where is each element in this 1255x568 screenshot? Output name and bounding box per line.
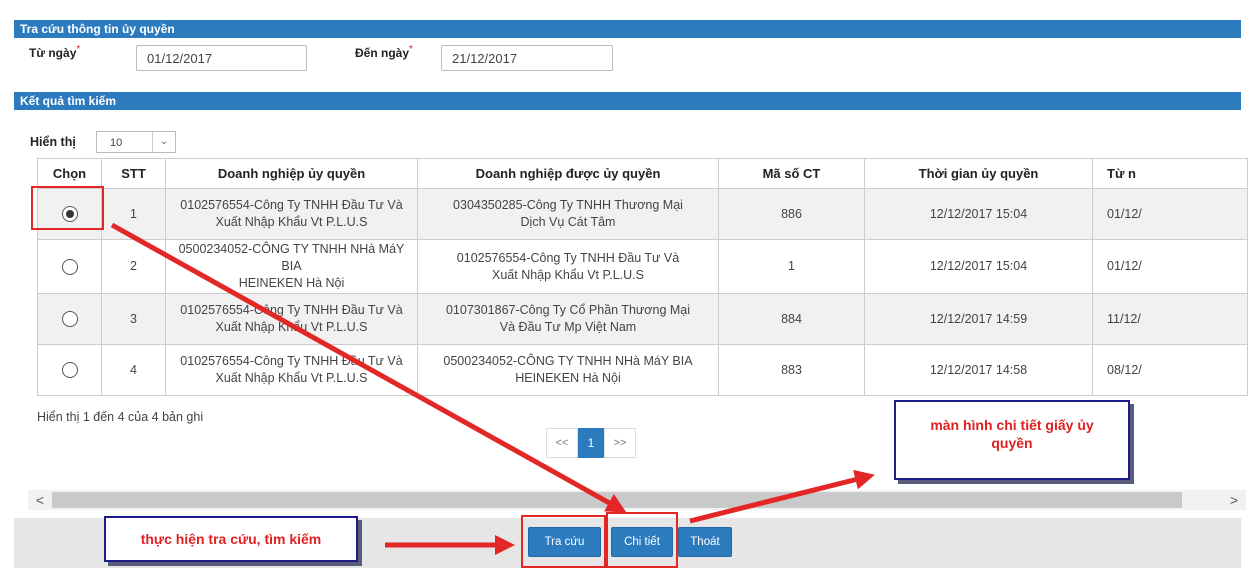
grantee-line: HEINEKEN Hà Nội [515,371,621,385]
page-next-button[interactable]: >> [604,428,636,458]
row-radio[interactable] [61,258,78,275]
highlight-search-button [521,515,606,568]
grantee-line: Xuất Nhập Khẩu Vt P.L.U.S [492,267,644,282]
results-table: Chọn STT Doanh nghiệp ủy quyền Doanh ngh… [37,158,1248,396]
record-summary: Hiển thị 1 đến 4 của 4 bản ghi [37,410,204,424]
page-size-select[interactable]: 10 ⌄ [96,131,176,153]
grantee-cell: 0500234052-CÔNG TY TNHH NHà MáY BIA HEINE… [417,344,719,396]
table-row[interactable]: 4 0102576554-Công Ty TNHH Đầu Tư Và Xuất … [37,344,1248,396]
time-cell: 12/12/2017 15:04 [864,239,1093,294]
grantor-line: Xuất Nhập Khẩu Vt P.L.U.S [215,320,368,334]
stt-cell: 4 [101,344,166,396]
from-date-input[interactable]: 01/12/2017 [136,45,307,71]
scrollbar-thumb[interactable] [52,492,1182,508]
exit-button[interactable]: Thoát [678,527,732,557]
grantor-cell: 0102576554-Công Ty TNHH Đầu Tư Và Xuất Nh… [165,293,418,345]
col-header-grantee[interactable]: Doanh nghiệp được ủy quyền [417,158,719,189]
select-cell [37,344,102,396]
scroll-left-icon[interactable]: < [30,490,50,510]
page-size-value: 10 [110,137,123,149]
row-radio[interactable] [61,311,78,328]
stt-cell: 2 [101,239,166,294]
select-cell [37,239,102,294]
grantee-line: Và Đầu Tư Mp Việt Nam [499,320,637,334]
time-cell: 12/12/2017 14:58 [864,344,1093,396]
code-cell: 883 [718,344,865,396]
grantee-line: 0107301867-Công Ty Cổ Phần Thương Mại [445,303,691,317]
scroll-right-icon[interactable]: > [1224,490,1244,510]
highlight-detail-button [606,512,678,568]
row-radio[interactable] [61,362,78,379]
grantor-line: Xuất Nhập Khẩu Vt P.L.U.S [215,371,368,385]
from-date-label: Từ ngày* [29,44,80,60]
table-row[interactable]: 2 0500234052-CÔNG TY TNHH NHà MáY BIA HEI… [37,239,1248,294]
grantor-line: 0500234052-CÔNG TY TNHH NHà MáY BIA [178,242,405,273]
table-row[interactable]: 3 0102576554-Công Ty TNHH Đầu Tư Và Xuất … [37,293,1248,345]
page-size-label: Hiển thị [30,135,76,149]
from-cell: 01/12/ [1092,188,1248,240]
page-current-button[interactable]: 1 [578,428,604,458]
stt-cell: 1 [101,188,166,240]
from-cell: 11/12/ [1092,293,1248,345]
grantor-cell: 0102576554-Công Ty TNHH Đầu Tư Và Xuất Nh… [165,344,418,396]
grantee-line: 0500234052-CÔNG TY TNHH NHà MáY BIA [443,354,693,368]
highlight-selected-radio [31,186,104,230]
callout-search: thực hiện tra cứu, tìm kiếm [104,516,358,562]
code-cell: 886 [718,188,865,240]
grantor-line: 0102576554-Công Ty TNHH Đầu Tư Và [180,354,403,368]
code-cell: 1 [718,239,865,294]
results-panel-title: Kết quả tìm kiếm [14,92,1241,110]
col-header-select[interactable]: Chọn [37,158,102,189]
grantor-line: 0102576554-Công Ty TNHH Đầu Tư Và [180,198,403,212]
callout-line: màn hình chi tiết giấy ủy [930,417,1094,433]
grantee-cell: 0107301867-Công Ty Cổ Phần Thương Mại Và … [417,293,719,345]
time-cell: 12/12/2017 15:04 [864,188,1093,240]
from-cell: 01/12/ [1092,239,1248,294]
horizontal-scrollbar[interactable]: < > [28,490,1246,510]
code-cell: 884 [718,293,865,345]
grantee-cell: 0102576554-Công Ty TNHH Đầu Tư Và Xuất Nh… [417,239,719,294]
col-header-code[interactable]: Mã số CT [718,158,865,189]
grantee-line: 0304350285-Công Ty TNHH Thương Mại [453,198,683,212]
grantee-line: 0102576554-Công Ty TNHH Đầu Tư Và [456,250,680,265]
callout-line: quyền [991,435,1033,451]
grantor-line: HEINEKEN Hà Nội [238,276,345,290]
to-date-label: Đến ngày* [355,44,413,60]
page-prev-button[interactable]: << [546,428,578,458]
col-header-grantor[interactable]: Doanh nghiệp ủy quyền [165,158,418,189]
callout-detail-screen: màn hình chi tiết giấy ủy quyền [894,400,1130,480]
pagination: << 1 >> [546,428,636,458]
grantor-line: Xuất Nhập Khẩu Vt P.L.U.S [215,215,368,229]
to-date-label-text: Đến ngày [355,46,410,60]
time-cell: 12/12/2017 14:59 [864,293,1093,345]
stt-cell: 3 [101,293,166,345]
grantee-line: Dịch Vụ Cát Tâm [520,215,616,229]
col-header-stt[interactable]: STT [101,158,166,189]
to-date-input[interactable]: 21/12/2017 [441,45,613,71]
grantor-line: 0102576554-Công Ty TNHH Đầu Tư Và [180,303,403,317]
grantor-cell: 0500234052-CÔNG TY TNHH NHà MáY BIA HEINE… [165,239,418,294]
col-header-from[interactable]: Từ n [1092,158,1248,189]
select-cell [37,293,102,345]
col-header-time[interactable]: Thời gian ủy quyền [864,158,1093,189]
table-row[interactable]: 1 0102576554-Công Ty TNHH Đầu Tư Và Xuất … [37,188,1248,240]
from-cell: 08/12/ [1092,344,1248,396]
table-header-row: Chọn STT Doanh nghiệp ủy quyền Doanh ngh… [37,158,1248,189]
required-mark: * [76,44,81,55]
search-panel-title: Tra cứu thông tin ủy quyền [14,20,1241,38]
chevron-down-icon: ⌄ [152,132,175,152]
from-date-label-text: Từ ngày [29,46,77,60]
required-mark: * [409,44,413,55]
grantee-cell: 0304350285-Công Ty TNHH Thương Mại Dịch V… [417,188,719,240]
grantor-cell: 0102576554-Công Ty TNHH Đầu Tư Và Xuất Nh… [165,188,418,240]
